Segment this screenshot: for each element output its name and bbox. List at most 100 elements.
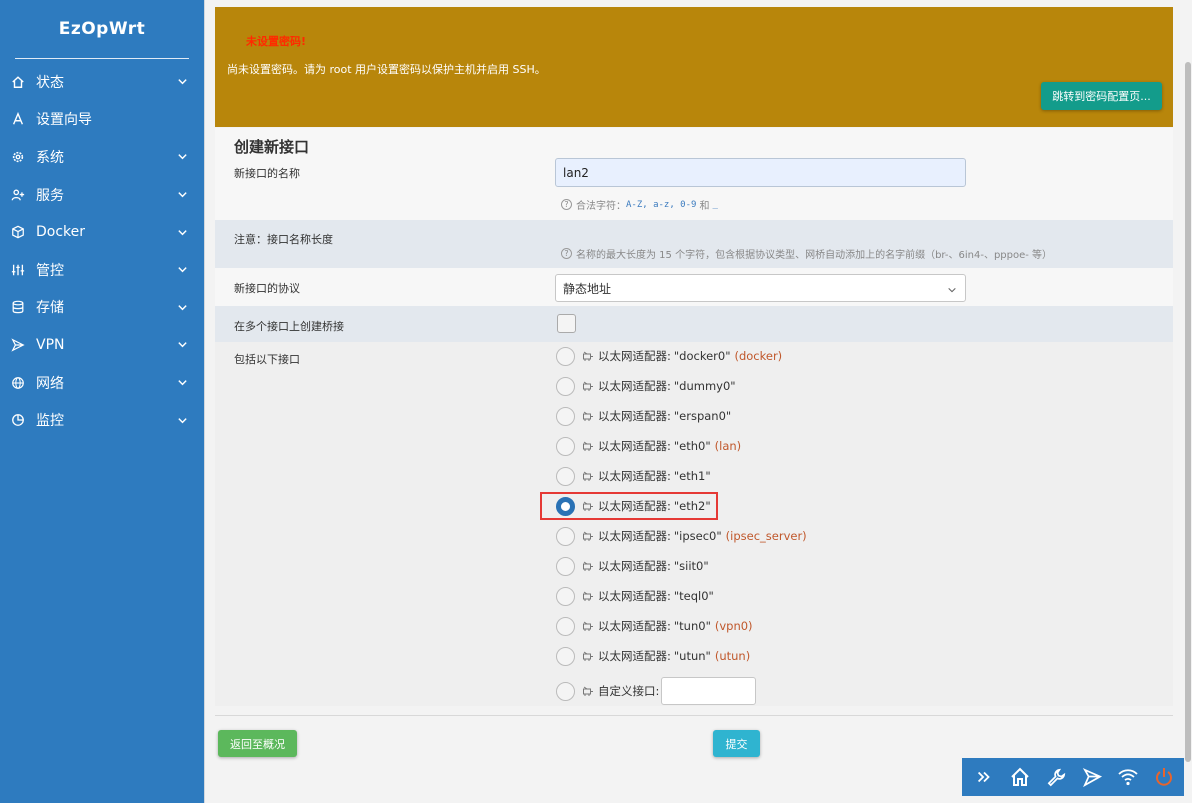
interface-name-input[interactable]	[555, 158, 966, 187]
custom-interface-input[interactable]	[661, 677, 757, 705]
sidebar-item-services[interactable]: 服务	[0, 176, 204, 214]
double-chevron-right-icon[interactable]	[971, 764, 997, 790]
interface-radio[interactable]	[556, 436, 575, 456]
sidebar-item-control[interactable]: 管控	[0, 251, 204, 289]
brand-title[interactable]: EzOpWrt	[0, 0, 204, 58]
sidebar-item-wizard[interactable]: 设置向导	[0, 101, 204, 139]
interface-zone: (lan)	[714, 439, 742, 453]
interface-radio[interactable]	[556, 586, 575, 606]
main-content: 未设置密码! 尚未设置密码。请为 root 用户设置密码以保护主机并启用 SSH…	[205, 0, 1192, 803]
note-row: 注意：接口名称长度 ? 名称的最大长度为 15 个字符，包含根据协议类型、网桥自…	[215, 220, 1173, 268]
power-icon[interactable]	[1151, 764, 1177, 790]
wifi-icon[interactable]	[1115, 764, 1141, 790]
interface-prefix: 以太网适配器:	[598, 379, 671, 393]
ethernet-icon	[582, 590, 594, 602]
note-help: ? 名称的最大长度为 15 个字符，包含根据协议类型、网桥自动添加上的名字前缀（…	[561, 246, 1052, 261]
interface-radio[interactable]	[556, 496, 575, 516]
ethernet-icon	[582, 530, 594, 542]
interface-option[interactable]: 以太网适配器: "teql0"	[556, 585, 714, 607]
name-help: ? 合法字符： A-Z, a-z, 0-9 和 _	[561, 197, 718, 212]
ethernet-icon	[582, 410, 594, 422]
home-icon[interactable]	[1007, 764, 1033, 790]
interface-radio[interactable]	[556, 376, 575, 396]
sidebar-item-label: 系统	[36, 149, 64, 166]
interface-radio[interactable]	[556, 526, 575, 546]
alert-message: 尚未设置密码。请为 root 用户设置密码以保护主机并启用 SSH。	[227, 63, 546, 76]
interface-option[interactable]: 以太网适配器: "docker0" (docker)	[556, 345, 782, 367]
interface-name: "dummy0"	[673, 379, 736, 393]
note-label: 注意：接口名称长度	[234, 233, 333, 246]
interface-radio[interactable]	[556, 646, 575, 666]
interface-prefix: 以太网适配器:	[598, 529, 671, 543]
custom-interface-radio[interactable]	[556, 681, 575, 701]
quick-dock	[962, 758, 1186, 796]
brand-divider	[15, 58, 189, 59]
interface-zone: (utun)	[714, 649, 751, 663]
interface-name: "tun0"	[673, 619, 711, 633]
wrench-icon[interactable]	[1043, 764, 1069, 790]
interface-option[interactable]: 以太网适配器: "eth1"	[556, 465, 711, 487]
custom-interface-label: 自定义接口:	[598, 684, 660, 698]
interface-option[interactable]: 以太网适配器: "siit0"	[556, 555, 709, 577]
sidebar-item-label: 服务	[36, 187, 64, 204]
protocol-select[interactable]: 静态地址	[555, 274, 966, 302]
sidebar-item-network[interactable]: 网络	[0, 364, 204, 402]
interface-name: "siit0"	[673, 559, 709, 573]
custom-interface-option[interactable]: 自定义接口:	[556, 677, 757, 705]
interface-prefix: 以太网适配器:	[598, 559, 671, 573]
scrollbar[interactable]	[1184, 0, 1192, 803]
interface-radio[interactable]	[556, 346, 575, 366]
password-alert: 未设置密码! 尚未设置密码。请为 root 用户设置密码以保护主机并启用 SSH…	[215, 7, 1173, 127]
interface-radio[interactable]	[556, 466, 575, 486]
goto-password-button[interactable]: 跳转到密码配置页...	[1041, 82, 1162, 110]
bridge-checkbox[interactable]	[557, 314, 576, 333]
protocol-label: 新接口的协议	[234, 282, 300, 295]
sidebar-item-status[interactable]: 状态	[0, 63, 204, 101]
sidebar-item-label: 设置向导	[36, 112, 92, 129]
interface-name: "utun"	[673, 649, 711, 663]
interface-option[interactable]: 以太网适配器: "eth2"	[556, 495, 711, 517]
interface-prefix: 以太网适配器:	[598, 409, 671, 423]
ethernet-icon	[582, 500, 594, 512]
back-to-overview-button[interactable]: 返回至概况	[218, 730, 297, 757]
interface-prefix: 以太网适配器:	[598, 649, 671, 663]
scrollbar-thumb[interactable]	[1185, 62, 1191, 762]
globe-icon	[10, 375, 26, 391]
interface-option[interactable]: 以太网适配器: "ipsec0" (ipsec_server)	[556, 525, 807, 547]
sidebar-item-label: 监控	[36, 413, 64, 430]
sidebar-item-vpn[interactable]: VPN	[0, 326, 204, 364]
name-row: 新接口的名称 ? 合法字符： A-Z, a-z, 0-9 和 _	[215, 158, 1173, 220]
interface-radio[interactable]	[556, 556, 575, 576]
chevron-down-icon	[176, 339, 188, 351]
interface-name: "eth1"	[673, 469, 711, 483]
page-title: 创建新接口	[234, 138, 310, 156]
send-icon[interactable]	[1079, 764, 1105, 790]
interface-option[interactable]: 以太网适配器: "erspan0"	[556, 405, 731, 427]
interface-zone: (docker)	[734, 349, 783, 363]
sidebar-item-system[interactable]: 系统	[0, 138, 204, 176]
interface-option[interactable]: 以太网适配器: "eth0" (lan)	[556, 435, 741, 457]
sidebar-item-storage[interactable]: 存储	[0, 289, 204, 327]
interface-radio[interactable]	[556, 406, 575, 426]
submit-button[interactable]: 提交	[713, 730, 760, 757]
sidebar: EzOpWrt 状态 设置向导 系统 服务 Docker 管控 存储 VPN 网…	[0, 0, 205, 803]
chevron-down-icon	[176, 226, 188, 238]
chevron-down-icon	[176, 301, 188, 313]
interface-prefix: 以太网适配器:	[598, 619, 671, 633]
protocol-selected-value: 静态地址	[563, 281, 612, 296]
interface-zone: (ipsec_server)	[725, 529, 807, 543]
interface-option[interactable]: 以太网适配器: "tun0" (vpn0)	[556, 615, 753, 637]
interface-name: "erspan0"	[673, 409, 732, 423]
sidebar-item-monitor[interactable]: 监控	[0, 401, 204, 439]
ethernet-icon	[582, 560, 594, 572]
sidebar-item-docker[interactable]: Docker	[0, 213, 204, 251]
interface-option[interactable]: 以太网适配器: "utun" (utun)	[556, 645, 750, 667]
sidebar-item-label: 状态	[36, 74, 64, 91]
sidebar-item-label: 管控	[36, 262, 64, 279]
interface-radio[interactable]	[556, 616, 575, 636]
interface-option[interactable]: 以太网适配器: "dummy0"	[556, 375, 736, 397]
interface-name: "ipsec0"	[673, 529, 722, 543]
alert-title: 未设置密码!	[246, 35, 307, 48]
database-icon	[10, 299, 26, 315]
wizard-icon	[10, 111, 26, 127]
